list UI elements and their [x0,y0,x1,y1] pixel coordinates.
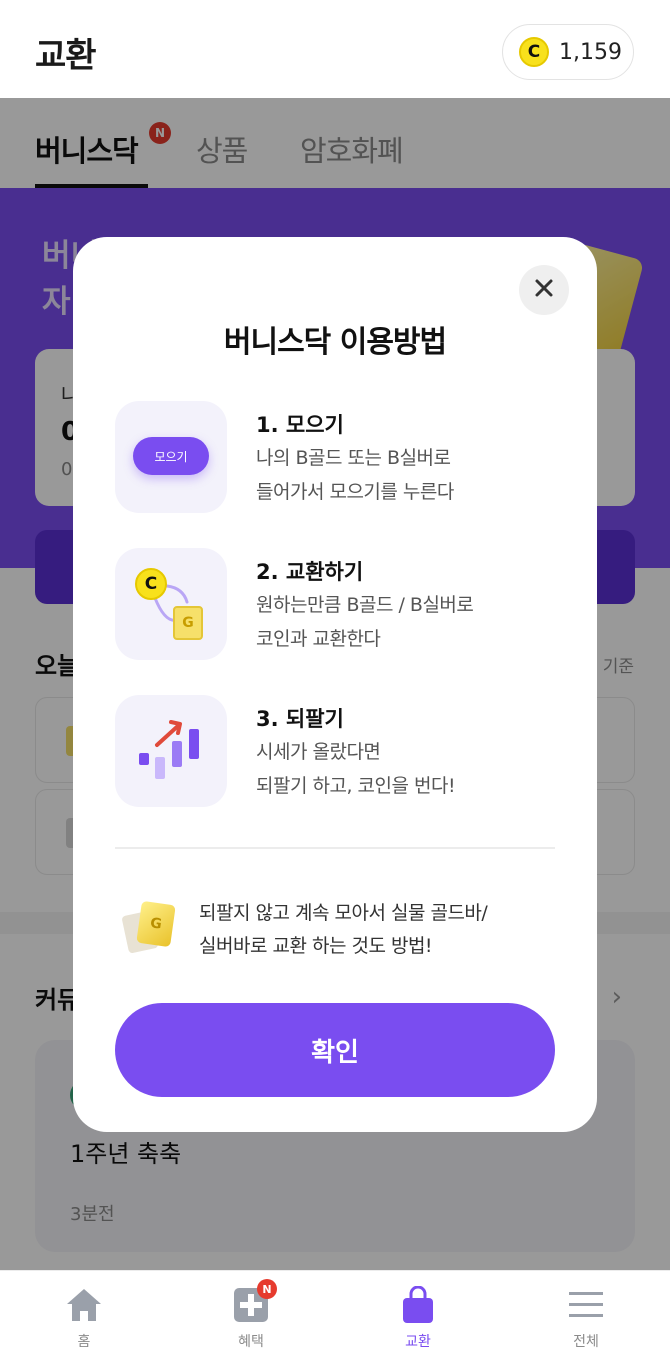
gold-bar-label: G [136,900,176,948]
gold-bar-icon: G [173,606,203,640]
coin-icon: C [519,37,549,67]
step-description-line: 되팔기 하고, 코인을 번다! [256,775,456,797]
step-description-line: 원하는만큼 B골드 / B실버로 [256,594,474,616]
tip-text: 되팔지 않고 계속 모아서 실물 골드바/ 실버바로 교환 하는 것도 방법! [199,897,488,963]
app-header: 교환 C 1,159 [0,0,670,98]
step-description-line: 나의 B골드 또는 B실버로 [256,447,451,469]
step-title: 2. 교환하기 [256,560,364,584]
divider [115,847,555,849]
coin-balance-pill[interactable]: C 1,159 [502,24,634,80]
bottom-navigation: 홈 N 혜택 교환 전체 [0,1270,670,1358]
nav-home[interactable]: 홈 [34,1271,134,1358]
modal-title: 버니스닥 이용방법 [223,325,447,360]
rising-chart-icon [115,695,227,807]
step-description: 원하는만큼 B골드 / B실버로 코인과 교환한다 [256,588,474,656]
step-title: 3. 되팔기 [256,707,344,731]
step-description-line: 들어가서 모으기를 누른다 [256,481,454,503]
step-description: 시세가 올랐다면 되팔기 하고, 코인을 번다! [256,735,456,803]
step-resell: 3. 되팔기 시세가 올랐다면 되팔기 하고, 코인을 번다! [115,695,555,807]
nav-label: 홈 [77,1334,91,1350]
how-to-use-modal: 버니스닥 이용방법 모으기 1. 모으기 나의 B골드 또는 B실버로 들어가서… [73,237,597,1132]
collect-chip: 모으기 [133,437,209,475]
shopping-bag-icon [398,1285,438,1325]
nav-exchange[interactable]: 교환 [368,1271,468,1358]
collect-icon: 모으기 [115,401,227,513]
tip-line: 되팔지 않고 계속 모아서 실물 골드바/ [199,902,488,924]
step-description-line: 시세가 올랐다면 [256,741,381,763]
home-icon [64,1285,104,1325]
nav-benefits[interactable]: N 혜택 [201,1271,301,1358]
step-collect: 모으기 1. 모으기 나의 B골드 또는 B실버로 들어가서 모으기를 누른다 [115,401,555,513]
menu-icon [566,1285,606,1325]
nav-all[interactable]: 전체 [536,1271,636,1358]
nav-label: 전체 [573,1334,599,1350]
step-title: 1. 모으기 [256,413,344,437]
new-badge: N [257,1279,277,1299]
gold-bar-stack-icon: G [121,900,181,961]
coin-icon: C [135,568,167,600]
exchange-icon: C G [115,548,227,660]
nav-label: 혜택 [238,1334,264,1350]
close-icon [534,278,554,302]
step-description: 나의 B골드 또는 B실버로 들어가서 모으기를 누른다 [256,441,454,509]
confirm-button[interactable]: 확인 [115,1003,555,1097]
step-exchange: C G 2. 교환하기 원하는만큼 B골드 / B실버로 코인과 교환한다 [115,548,555,660]
coin-balance: 1,159 [559,39,622,65]
tip-section: G 되팔지 않고 계속 모아서 실물 골드바/ 실버바로 교환 하는 것도 방법… [121,887,561,967]
step-description-line: 코인과 교환한다 [256,628,381,650]
nav-label: 교환 [405,1334,431,1350]
page-title: 교환 [35,36,97,76]
plus-box-icon: N [231,1279,277,1325]
close-button[interactable] [519,265,569,315]
tip-line: 실버바로 교환 하는 것도 방법! [199,935,433,957]
